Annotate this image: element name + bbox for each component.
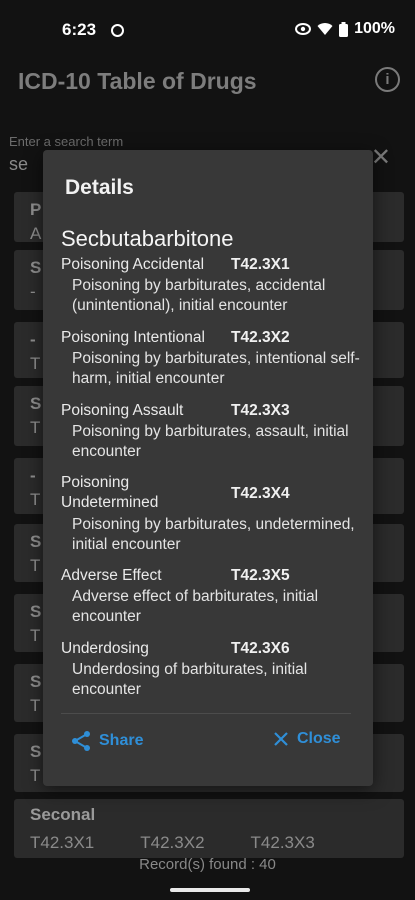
- entry-description: Poisoning by barbiturates, assault, init…: [72, 423, 349, 460]
- entry-code: T42.3X4: [231, 485, 290, 502]
- list-item-name: S: [30, 532, 42, 551]
- code-intentional: T42.3X2: [140, 833, 205, 852]
- share-button[interactable]: Share: [71, 730, 143, 752]
- code-accidental: T42.3X1: [30, 833, 95, 852]
- list-item-name: S: [30, 742, 42, 761]
- close-icon: [274, 732, 288, 746]
- app-title: ICD-10 Table of Drugs: [18, 68, 257, 94]
- status-time: 6:23: [62, 20, 97, 39]
- close-button[interactable]: Close: [273, 730, 341, 748]
- list-item-name: S: [30, 258, 42, 277]
- clear-search-icon[interactable]: ✕: [371, 143, 391, 172]
- search-label: Enter a search term: [9, 134, 124, 149]
- battery-level: 100%: [354, 20, 395, 37]
- entry-description: Poisoning by barbiturates, intentional s…: [72, 350, 360, 387]
- list-item-code: T: [30, 696, 41, 715]
- dialog-title: Details: [65, 176, 134, 199]
- code-assault: T42.3X3: [250, 833, 315, 852]
- dialog-divider: [61, 713, 351, 714]
- entry-type: Poisoning Assault: [61, 402, 184, 419]
- entry-type: Adverse Effect: [61, 567, 162, 584]
- gesture-bar: [170, 888, 250, 892]
- list-item-name: -: [30, 330, 36, 349]
- list-item-name: S: [30, 672, 42, 691]
- wifi-icon: [317, 23, 333, 35]
- info-icon[interactable]: i: [375, 67, 400, 92]
- list-item-name: S: [30, 602, 42, 621]
- list-item[interactable]: Seconal T42.3X1 T42.3X2 T42.3X3: [14, 799, 404, 858]
- entry-description: Adverse effect of barbiturates, initial …: [72, 588, 319, 625]
- list-item-code: T: [30, 766, 41, 785]
- entry-type: Poisoning Accidental: [61, 256, 205, 273]
- list-item-code: T: [30, 354, 41, 373]
- status-bar: 6:23 100%: [0, 0, 415, 62]
- entry-description: Underdosing of barbiturates, initial enc…: [72, 661, 308, 698]
- list-item-name: Seconal: [30, 805, 96, 824]
- list-item-code: -: [30, 282, 36, 301]
- entry-code: T42.3X6: [231, 640, 290, 657]
- list-item-code: T: [30, 626, 41, 645]
- list-item-name: P: [30, 200, 42, 219]
- list-item-code: T: [30, 556, 41, 575]
- drug-name: Secbutabarbitone: [61, 226, 234, 251]
- entry-type: Poisoning Undetermined: [61, 474, 159, 511]
- notification-icon: [111, 24, 124, 37]
- eye-icon: [295, 23, 312, 35]
- entry-code: T42.3X2: [231, 329, 290, 346]
- list-item-name: -: [30, 466, 36, 485]
- entry-code: T42.3X5: [231, 567, 290, 584]
- records-count: Record(s) found : 40: [139, 856, 276, 873]
- share-label: Share: [99, 732, 144, 749]
- entry-description: Poisoning by barbiturates, accidental (u…: [72, 277, 326, 314]
- status-icons: 100%: [295, 20, 395, 38]
- close-label: Close: [297, 730, 341, 747]
- list-item-code: T: [30, 418, 41, 437]
- entry-code: T42.3X3: [231, 402, 290, 419]
- details-dialog: Details Secbutabarbitone Poisoning Accid…: [43, 150, 373, 786]
- entry-type: Poisoning Intentional: [61, 329, 205, 346]
- app-bar: ICD-10 Table of Drugs i: [0, 62, 415, 108]
- entry-type: Underdosing: [61, 640, 149, 657]
- entry-code: T42.3X1: [231, 256, 290, 273]
- battery-icon: [339, 21, 349, 37]
- list-item-codes: T42.3X1 T42.3X2 T42.3X3: [30, 833, 315, 853]
- list-item-code: T: [30, 490, 41, 509]
- share-icon: [72, 731, 90, 751]
- entry-description: Poisoning by barbiturates, undetermined,…: [72, 516, 355, 553]
- list-item-name: S: [30, 394, 42, 413]
- list-item-code: A: [30, 224, 42, 242]
